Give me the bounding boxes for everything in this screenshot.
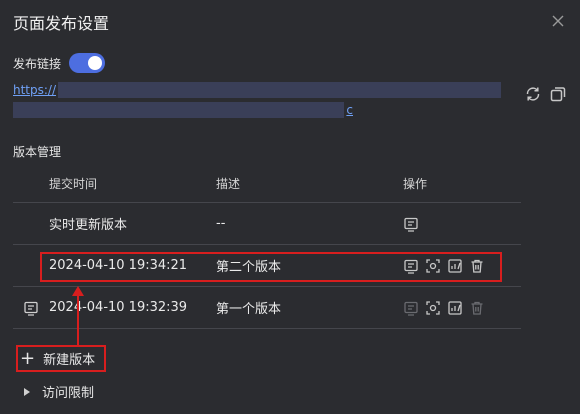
refresh-icon[interactable] [524,85,542,103]
version-table: 提交时间 描述 操作 实时更新版本 -- 2024-04-10 19:34:21… [13,164,521,329]
access-limit-toggle[interactable]: 访问限制 [24,382,94,401]
version-time: 实时更新版本 [49,218,128,233]
publish-link-row: 发布链接 [13,53,106,73]
highlight-box-new-version [16,345,106,372]
highlight-box-row [40,252,502,282]
publish-url-end[interactable]: c [346,103,353,117]
current-version-icon [23,300,39,316]
close-icon[interactable] [551,14,565,28]
set-current-icon[interactable] [403,216,419,232]
version-description: -- [216,216,226,231]
header-description: 描述 [216,176,241,191]
publish-link-label: 发布链接 [13,56,62,71]
header-submit-time: 提交时间 [49,176,98,191]
publish-url-redacted-2 [13,102,345,118]
publish-url-line-1[interactable]: https:// [13,82,501,98]
set-current-icon [403,300,419,316]
publish-url-redacted [58,82,501,98]
copy-icon[interactable] [549,85,567,103]
annotation-arrow [72,286,84,346]
delete-icon [469,300,485,316]
publish-url-line-2[interactable]: c [13,102,353,118]
publish-link-toggle[interactable] [69,53,106,73]
access-limit-label: 访问限制 [42,386,95,401]
edit-icon[interactable] [447,300,463,316]
publish-url-start[interactable]: https:// [13,83,56,97]
header-actions: 操作 [403,176,428,191]
table-header: 提交时间 描述 操作 [13,164,521,203]
version-description: 第一个版本 [216,302,282,317]
table-row: 2024-04-10 19:32:39 第一个版本 [13,287,521,329]
preview-icon[interactable] [425,300,441,316]
version-management-title: 版本管理 [13,145,62,159]
caret-right-icon [24,387,30,396]
table-row: 实时更新版本 -- [13,203,521,245]
dialog-title: 页面发布设置 [13,14,110,33]
